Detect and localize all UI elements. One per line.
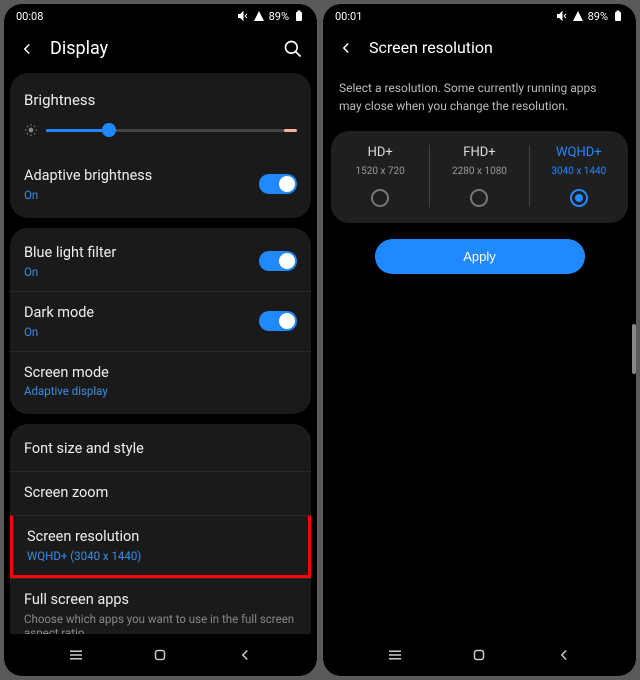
brightness-label: Brightness (24, 91, 297, 109)
header: Screen resolution (323, 28, 636, 71)
back-nav-icon[interactable] (236, 646, 254, 664)
resolution-fhd-option[interactable]: FHD+ 2280 x 1080 (429, 145, 528, 207)
blue-light-filter-row[interactable]: Blue light filter On (10, 232, 311, 291)
status-bar: 00:01 89% (323, 4, 636, 28)
nav-bar (4, 634, 317, 676)
back-icon[interactable] (18, 40, 36, 58)
search-icon[interactable] (283, 39, 303, 59)
header: Display (4, 28, 317, 73)
scroll-indicator (632, 324, 636, 374)
brightness-slider[interactable] (24, 123, 297, 137)
radio-icon (470, 189, 488, 207)
mute-icon (237, 10, 249, 22)
battery-percent: 89% (588, 10, 608, 23)
status-bar: 00:08 89% (4, 4, 317, 28)
brightness-section: Brightness (10, 77, 311, 155)
adaptive-brightness-toggle[interactable] (259, 174, 297, 194)
radio-icon (371, 189, 389, 207)
nav-bar (323, 634, 636, 676)
signal-icon (572, 10, 584, 22)
screen-resolution-screen: 00:01 89% Screen resolution Select a res… (323, 4, 636, 676)
mute-icon (556, 10, 568, 22)
page-title: Screen resolution (369, 38, 622, 57)
battery-percent: 89% (269, 10, 289, 23)
resolution-options: HD+ 1520 x 720 FHD+ 2280 x 1080 WQHD+ 30… (331, 131, 628, 223)
back-icon[interactable] (337, 39, 355, 57)
screen-mode-row[interactable]: Screen mode Adaptive display (10, 351, 311, 411)
back-nav-icon[interactable] (555, 646, 573, 664)
apply-button[interactable]: Apply (375, 239, 585, 274)
recents-icon[interactable] (67, 646, 85, 664)
screen-zoom-row[interactable]: Screen zoom (10, 471, 311, 515)
signal-icon (253, 10, 265, 22)
dark-mode-row[interactable]: Dark mode On (10, 291, 311, 351)
settings-list[interactable]: Brightness Adaptive brightness On (4, 73, 317, 634)
screen-resolution-row[interactable]: Screen resolution WQHD+ (3040 x 1440) (10, 515, 311, 578)
display-settings-screen: 00:08 89% Display Brightness (4, 4, 317, 676)
adaptive-brightness-row[interactable]: Adaptive brightness On (10, 155, 311, 214)
resolution-wqhd-option[interactable]: WQHD+ 3040 x 1440 (529, 145, 628, 207)
page-title: Display (50, 38, 283, 59)
sun-icon (24, 123, 38, 137)
battery-icon (612, 10, 624, 22)
description-text: Select a resolution. Some currently runn… (323, 71, 636, 131)
blue-light-toggle[interactable] (259, 251, 297, 271)
dark-mode-toggle[interactable] (259, 311, 297, 331)
battery-icon (293, 10, 305, 22)
recents-icon[interactable] (386, 646, 404, 664)
clock: 00:01 (335, 10, 362, 23)
home-icon[interactable] (151, 646, 169, 664)
clock: 00:08 (16, 10, 43, 23)
font-size-row[interactable]: Font size and style (10, 428, 311, 471)
home-icon[interactable] (470, 646, 488, 664)
resolution-hd-option[interactable]: HD+ 1520 x 720 (331, 145, 429, 207)
radio-icon (570, 189, 588, 207)
full-screen-apps-row[interactable]: Full screen apps Choose which apps you w… (10, 578, 311, 634)
